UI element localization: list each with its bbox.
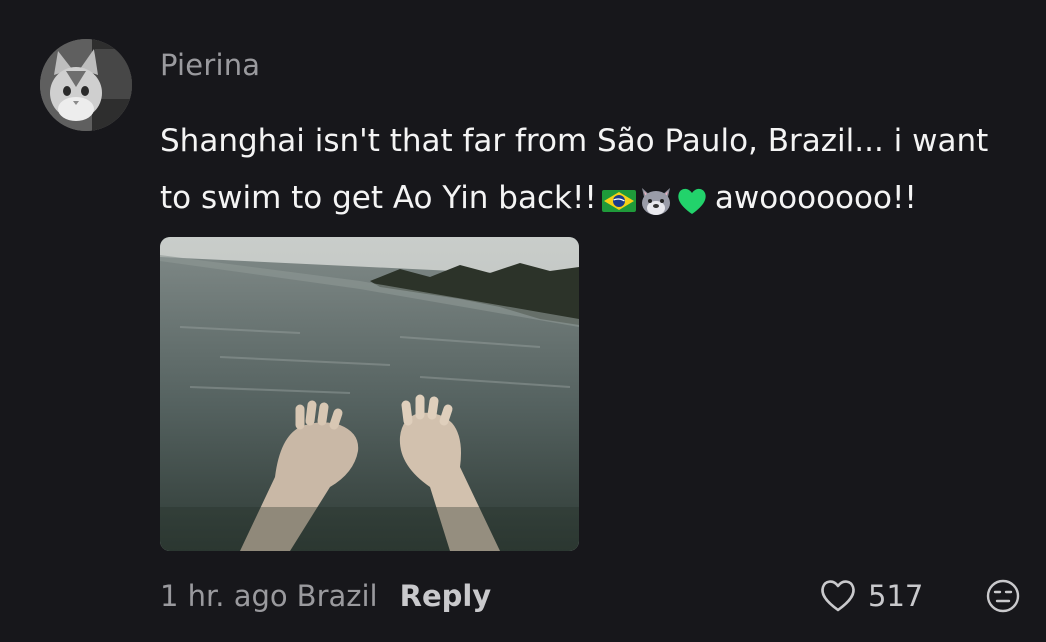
add-reaction-button[interactable] [985,578,1021,614]
emoji-group [601,171,709,228]
heart-outline-icon [821,580,855,612]
comment-footer: 1 hr. ago Brazil Reply [160,576,491,616]
location: Brazil [296,579,378,613]
username[interactable]: Pierina [160,48,260,82]
timestamp: 1 hr. ago [160,579,288,613]
swimming-hands-image [160,237,579,551]
wolf-face-icon [641,187,670,215]
comment-text: Shanghai isn't that far from São Paulo, … [160,113,1020,228]
comment: Pierina Shanghai isn't that far from São… [0,0,1046,642]
brazil-flag-icon [601,189,636,212]
like-button[interactable]: 517 [818,576,923,616]
comment-text-line1: Shanghai isn't that far from São Paulo, … [160,123,989,159]
reply-button[interactable]: Reply [400,579,492,613]
comment-text-line2-tail: awooooooo!! [714,180,917,216]
attached-video-thumbnail[interactable] [160,237,579,551]
avatar[interactable] [40,39,132,131]
green-heart-icon [678,188,706,214]
comment-text-line2: to swim to get Ao Yin back!! [160,180,597,216]
like-count: 517 [868,579,924,613]
neutral-face-icon [986,579,1020,613]
cat-avatar-icon [40,39,132,131]
